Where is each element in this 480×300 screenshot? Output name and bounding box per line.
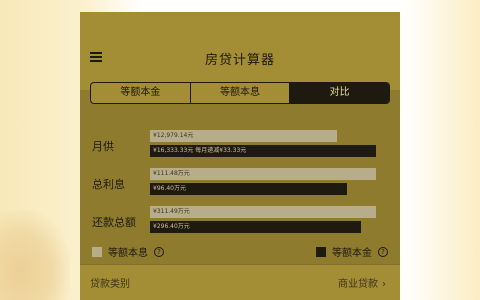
- legend-swatch: [92, 246, 102, 257]
- legend-label: 等额本金: [332, 248, 372, 259]
- loan-type-value: 商业贷款 ›: [338, 275, 386, 290]
- help-icon[interactable]: ?: [378, 246, 388, 257]
- loan-type-label: 贷款类别: [90, 279, 130, 290]
- page-title: 房贷计算器: [204, 53, 275, 68]
- legend: 等额本息 ? 等额本金 ?: [92, 244, 388, 259]
- background-decoration: [0, 210, 70, 300]
- row-monthly-payment: 月供 ¥12,979.14元 ¥16,333.33元 每月递减¥33.33元: [80, 130, 400, 162]
- bar-equal-installment: ¥12,979.14元: [150, 130, 337, 142]
- bar-equal-principal: ¥296.40万元: [150, 221, 361, 233]
- legend-item-equal-principal: 等额本金 ?: [316, 244, 388, 259]
- tab-equal-principal[interactable]: 等额本金: [91, 83, 191, 103]
- bar-equal-principal: ¥96.40万元: [150, 183, 347, 195]
- bar-equal-principal: ¥16,333.33元 每月递减¥33.33元: [150, 145, 376, 157]
- legend-label: 等额本息: [108, 248, 148, 259]
- row-label: 总利息: [92, 178, 125, 191]
- row-label: 还款总额: [92, 216, 136, 229]
- chevron-right-icon: ›: [382, 279, 386, 290]
- bar-equal-installment: ¥311.49万元: [150, 206, 376, 218]
- loan-type-text: 商业贷款: [338, 279, 378, 290]
- tab-bar: 等额本金 等额本息 对比: [90, 82, 390, 104]
- help-icon[interactable]: ?: [154, 246, 164, 257]
- loan-type-row[interactable]: 贷款类别 商业贷款 ›: [80, 264, 400, 300]
- bar-equal-installment: ¥111.48万元: [150, 168, 376, 180]
- tab-compare[interactable]: 对比: [290, 83, 389, 103]
- tab-equal-installment[interactable]: 等额本息: [191, 83, 291, 103]
- app-screen: 房贷计算器 等额本金 等额本息 对比 月供 ¥12,979.14元 ¥16,33…: [80, 12, 400, 300]
- comparison-chart: 月供 ¥12,979.14元 ¥16,333.33元 每月递减¥33.33元 总…: [80, 130, 400, 244]
- row-total-interest: 总利息 ¥111.48万元 ¥96.40万元: [80, 168, 400, 200]
- row-total-repayment: 还款总额 ¥311.49万元 ¥296.40万元: [80, 206, 400, 238]
- top-bar: 房贷计算器: [80, 12, 400, 90]
- legend-swatch: [316, 246, 326, 257]
- legend-item-equal-installment: 等额本息 ?: [92, 244, 164, 259]
- row-label: 月供: [92, 140, 114, 153]
